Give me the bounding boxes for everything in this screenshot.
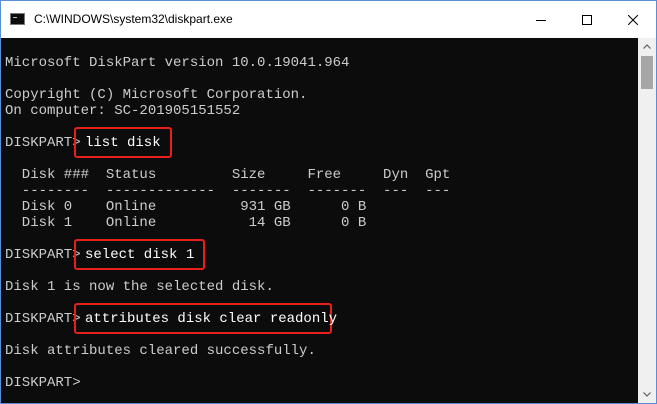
selected-disk-message: Disk 1 is now the selected disk. [5,279,274,295]
diskpart-prompt: DISKPART> [5,135,81,151]
table-header: Disk ### Status Size Free Dyn Gpt [5,167,451,183]
console-app-icon [10,13,25,25]
scroll-down-button[interactable] [638,386,656,403]
minimize-icon [536,19,546,21]
console-window: C:\WINDOWS\system32\diskpart.exe Microso… [0,0,657,404]
maximize-button[interactable] [564,1,610,38]
attributes-cleared-message: Disk attributes cleared successfully. [5,343,316,359]
table-separator: -------- ------------- ------- ------- -… [5,183,451,199]
table-row-disk-0: Disk 0 Online 931 GB 0 B [5,199,367,215]
version-line: Microsoft DiskPart version 10.0.19041.96… [5,55,350,71]
close-icon [628,14,638,25]
copyright-line: Copyright (C) Microsoft Corporation. [5,87,308,103]
chevron-up-icon [643,44,651,49]
computer-line: On computer: SC-201905151552 [5,103,241,119]
console-output[interactable]: Microsoft DiskPart version 10.0.19041.96… [1,38,638,403]
minimize-button[interactable] [518,1,564,38]
scrollbar-thumb[interactable] [641,56,653,89]
title-bar[interactable]: C:\WINDOWS\system32\diskpart.exe [1,1,656,38]
diskpart-prompt: DISKPART> [5,247,81,263]
vertical-scrollbar[interactable] [638,38,656,403]
command-attributes-clear: attributes disk clear readonly [85,311,338,327]
table-row-disk-1: Disk 1 Online 14 GB 0 B [5,215,367,231]
window-title: C:\WINDOWS\system32\diskpart.exe [34,12,233,26]
diskpart-prompt-current[interactable]: DISKPART> [5,375,81,391]
command-select-disk: select disk 1 [85,247,195,263]
command-list-disk: list disk [85,135,161,151]
diskpart-prompt: DISKPART> [5,311,81,327]
close-button[interactable] [610,1,656,38]
maximize-icon [582,14,592,25]
chevron-down-icon [643,392,651,397]
scroll-up-button[interactable] [638,38,656,55]
